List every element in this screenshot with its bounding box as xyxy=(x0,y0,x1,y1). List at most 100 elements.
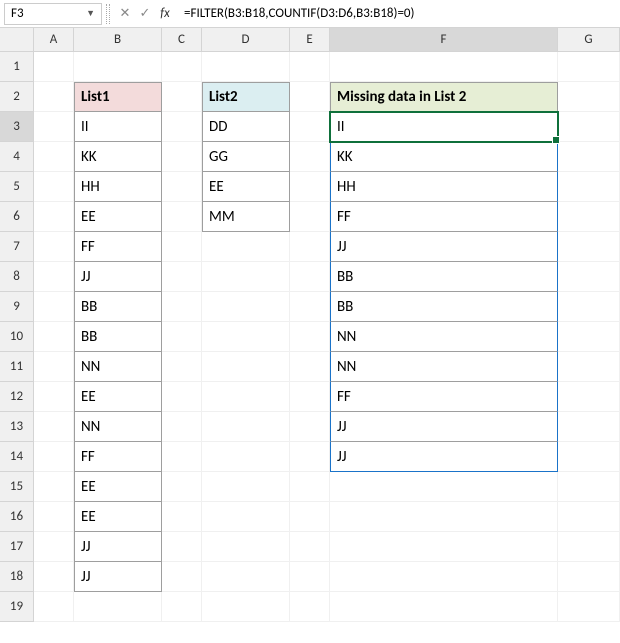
cell-D17[interactable] xyxy=(202,532,290,562)
cell-G13[interactable] xyxy=(558,412,620,442)
cell-D11[interactable] xyxy=(202,352,290,382)
list2-cell[interactable]: GG xyxy=(202,142,290,172)
cell-G10[interactable] xyxy=(558,322,620,352)
col-header-A[interactable]: A xyxy=(34,28,74,52)
cell-D14[interactable] xyxy=(202,442,290,472)
cell-C7[interactable] xyxy=(162,232,202,262)
cell-B1[interactable] xyxy=(74,52,162,82)
cell-D1[interactable] xyxy=(202,52,290,82)
col-header-E[interactable]: E xyxy=(290,28,330,52)
cell-C9[interactable] xyxy=(162,292,202,322)
list1-cell[interactable]: EE xyxy=(74,382,162,412)
missing-cell[interactable]: FF xyxy=(330,202,558,232)
cell-G4[interactable] xyxy=(558,142,620,172)
row-header-10[interactable]: 10 xyxy=(0,322,34,352)
cell-C2[interactable] xyxy=(162,82,202,112)
cell-C16[interactable] xyxy=(162,502,202,532)
list1-header[interactable]: List1 xyxy=(74,82,162,112)
cell-F18[interactable] xyxy=(330,562,558,592)
cell-G2[interactable] xyxy=(558,82,620,112)
cell-D8[interactable] xyxy=(202,262,290,292)
row-header-1[interactable]: 1 xyxy=(0,52,34,82)
cell-G17[interactable] xyxy=(558,532,620,562)
row-header-3[interactable]: 3 xyxy=(0,112,34,142)
row-header-13[interactable]: 13 xyxy=(0,412,34,442)
cell-E10[interactable] xyxy=(290,322,330,352)
list1-cell[interactable]: JJ xyxy=(74,532,162,562)
cell-E7[interactable] xyxy=(290,232,330,262)
cell-A16[interactable] xyxy=(34,502,74,532)
cell-F17[interactable] xyxy=(330,532,558,562)
row-header-14[interactable]: 14 xyxy=(0,442,34,472)
fx-icon[interactable]: fx xyxy=(156,6,174,21)
cell-A17[interactable] xyxy=(34,532,74,562)
list1-cell[interactable]: NN xyxy=(74,352,162,382)
row-header-15[interactable]: 15 xyxy=(0,472,34,502)
cell-E16[interactable] xyxy=(290,502,330,532)
col-header-B[interactable]: B xyxy=(74,28,162,52)
list1-cell[interactable]: FF xyxy=(74,232,162,262)
list1-cell[interactable]: EE xyxy=(74,202,162,232)
cell-C19[interactable] xyxy=(162,592,202,622)
list2-cell[interactable]: EE xyxy=(202,172,290,202)
list1-cell[interactable]: KK xyxy=(74,142,162,172)
row-header-11[interactable]: 11 xyxy=(0,352,34,382)
cell-E18[interactable] xyxy=(290,562,330,592)
cell-C18[interactable] xyxy=(162,562,202,592)
cell-E11[interactable] xyxy=(290,352,330,382)
cell-G1[interactable] xyxy=(558,52,620,82)
cell-D15[interactable] xyxy=(202,472,290,502)
list2-header[interactable]: List2 xyxy=(202,82,290,112)
missing-header[interactable]: Missing data in List 2 xyxy=(330,82,558,112)
list2-cell[interactable]: MM xyxy=(202,202,290,232)
col-header-C[interactable]: C xyxy=(162,28,202,52)
select-all-corner[interactable] xyxy=(0,28,34,52)
cell-E4[interactable] xyxy=(290,142,330,172)
row-header-18[interactable]: 18 xyxy=(0,562,34,592)
cell-G15[interactable] xyxy=(558,472,620,502)
missing-cell[interactable]: JJ xyxy=(330,412,558,442)
row-header-4[interactable]: 4 xyxy=(0,142,34,172)
cell-G14[interactable] xyxy=(558,442,620,472)
cell-G8[interactable] xyxy=(558,262,620,292)
missing-cell[interactable]: II xyxy=(330,112,558,142)
cell-A2[interactable] xyxy=(34,82,74,112)
cell-D9[interactable] xyxy=(202,292,290,322)
cell-D18[interactable] xyxy=(202,562,290,592)
cell-C12[interactable] xyxy=(162,382,202,412)
list1-cell[interactable]: NN xyxy=(74,412,162,442)
cell-C17[interactable] xyxy=(162,532,202,562)
row-header-8[interactable]: 8 xyxy=(0,262,34,292)
spreadsheet-grid[interactable]: ABCDEFG12List1List2Missing data in List … xyxy=(0,28,620,622)
cell-A3[interactable] xyxy=(34,112,74,142)
cell-F19[interactable] xyxy=(330,592,558,622)
cell-A18[interactable] xyxy=(34,562,74,592)
cell-C3[interactable] xyxy=(162,112,202,142)
cell-G5[interactable] xyxy=(558,172,620,202)
cell-G3[interactable] xyxy=(558,112,620,142)
cell-C8[interactable] xyxy=(162,262,202,292)
cell-G7[interactable] xyxy=(558,232,620,262)
cell-E5[interactable] xyxy=(290,172,330,202)
cell-C1[interactable] xyxy=(162,52,202,82)
cell-A10[interactable] xyxy=(34,322,74,352)
list2-cell[interactable]: DD xyxy=(202,112,290,142)
missing-cell[interactable]: NN xyxy=(330,322,558,352)
cell-F1[interactable] xyxy=(330,52,558,82)
list1-cell[interactable]: EE xyxy=(74,502,162,532)
list1-cell[interactable]: FF xyxy=(74,442,162,472)
cell-A19[interactable] xyxy=(34,592,74,622)
missing-cell[interactable]: FF xyxy=(330,382,558,412)
cell-C6[interactable] xyxy=(162,202,202,232)
row-header-5[interactable]: 5 xyxy=(0,172,34,202)
missing-cell[interactable]: NN xyxy=(330,352,558,382)
cell-E17[interactable] xyxy=(290,532,330,562)
cell-A9[interactable] xyxy=(34,292,74,322)
cell-C15[interactable] xyxy=(162,472,202,502)
row-header-16[interactable]: 16 xyxy=(0,502,34,532)
formula-input[interactable]: =FILTER(B3:B18,COUNTIF(D3:D6,B3:B18)=0) xyxy=(178,6,620,21)
missing-cell[interactable]: JJ xyxy=(330,442,558,472)
list1-cell[interactable]: JJ xyxy=(74,262,162,292)
cell-A6[interactable] xyxy=(34,202,74,232)
cell-G12[interactable] xyxy=(558,382,620,412)
